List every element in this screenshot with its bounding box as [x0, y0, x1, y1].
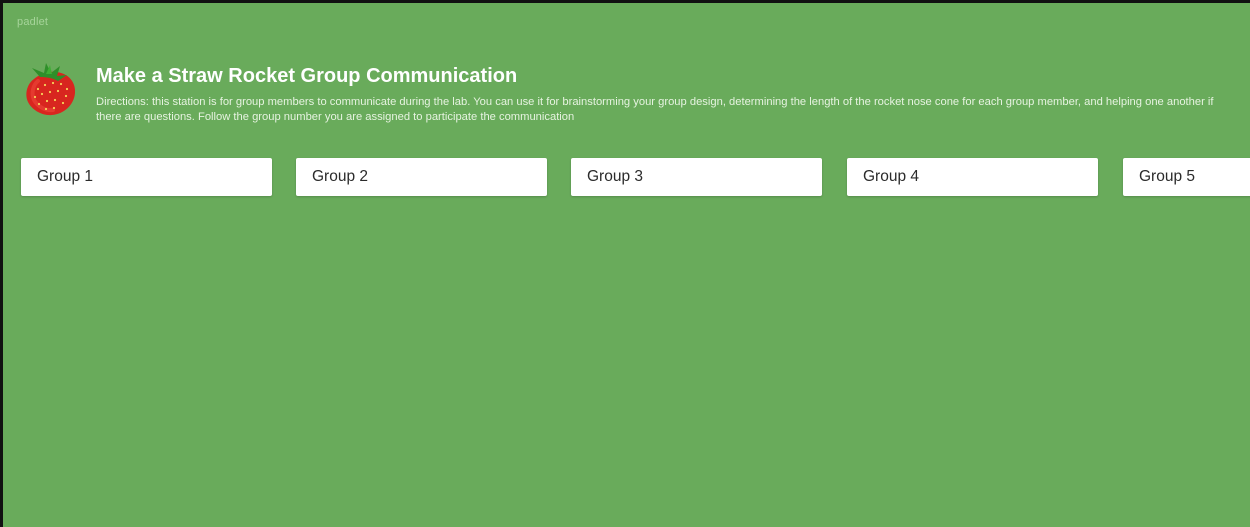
column-header-group-3[interactable]: Group 3 [571, 158, 822, 196]
column-header-group-2[interactable]: Group 2 [296, 158, 547, 196]
board-description: Directions: this station is for group me… [96, 96, 1214, 123]
column-header-label: Group 5 [1139, 168, 1196, 185]
column-header-label: Group 4 [863, 168, 920, 185]
column-header-group-4[interactable]: Group 4 [847, 158, 1098, 196]
column-header-label: Group 1 [37, 168, 94, 185]
padlet-brand-label[interactable]: padlet [17, 16, 48, 28]
strawberry-icon [26, 63, 76, 116]
board-title: Make a Straw Rocket Group Communication [96, 65, 518, 87]
column-header-group-5[interactable]: Group 5 [1123, 158, 1250, 196]
column-header-label: Group 3 [587, 168, 644, 185]
padlet-board: padlet Make a Straw Rocket Group Communi… [0, 0, 1250, 527]
column-header-group-1[interactable]: Group 1 [21, 158, 272, 196]
column-header-label: Group 2 [312, 168, 369, 185]
